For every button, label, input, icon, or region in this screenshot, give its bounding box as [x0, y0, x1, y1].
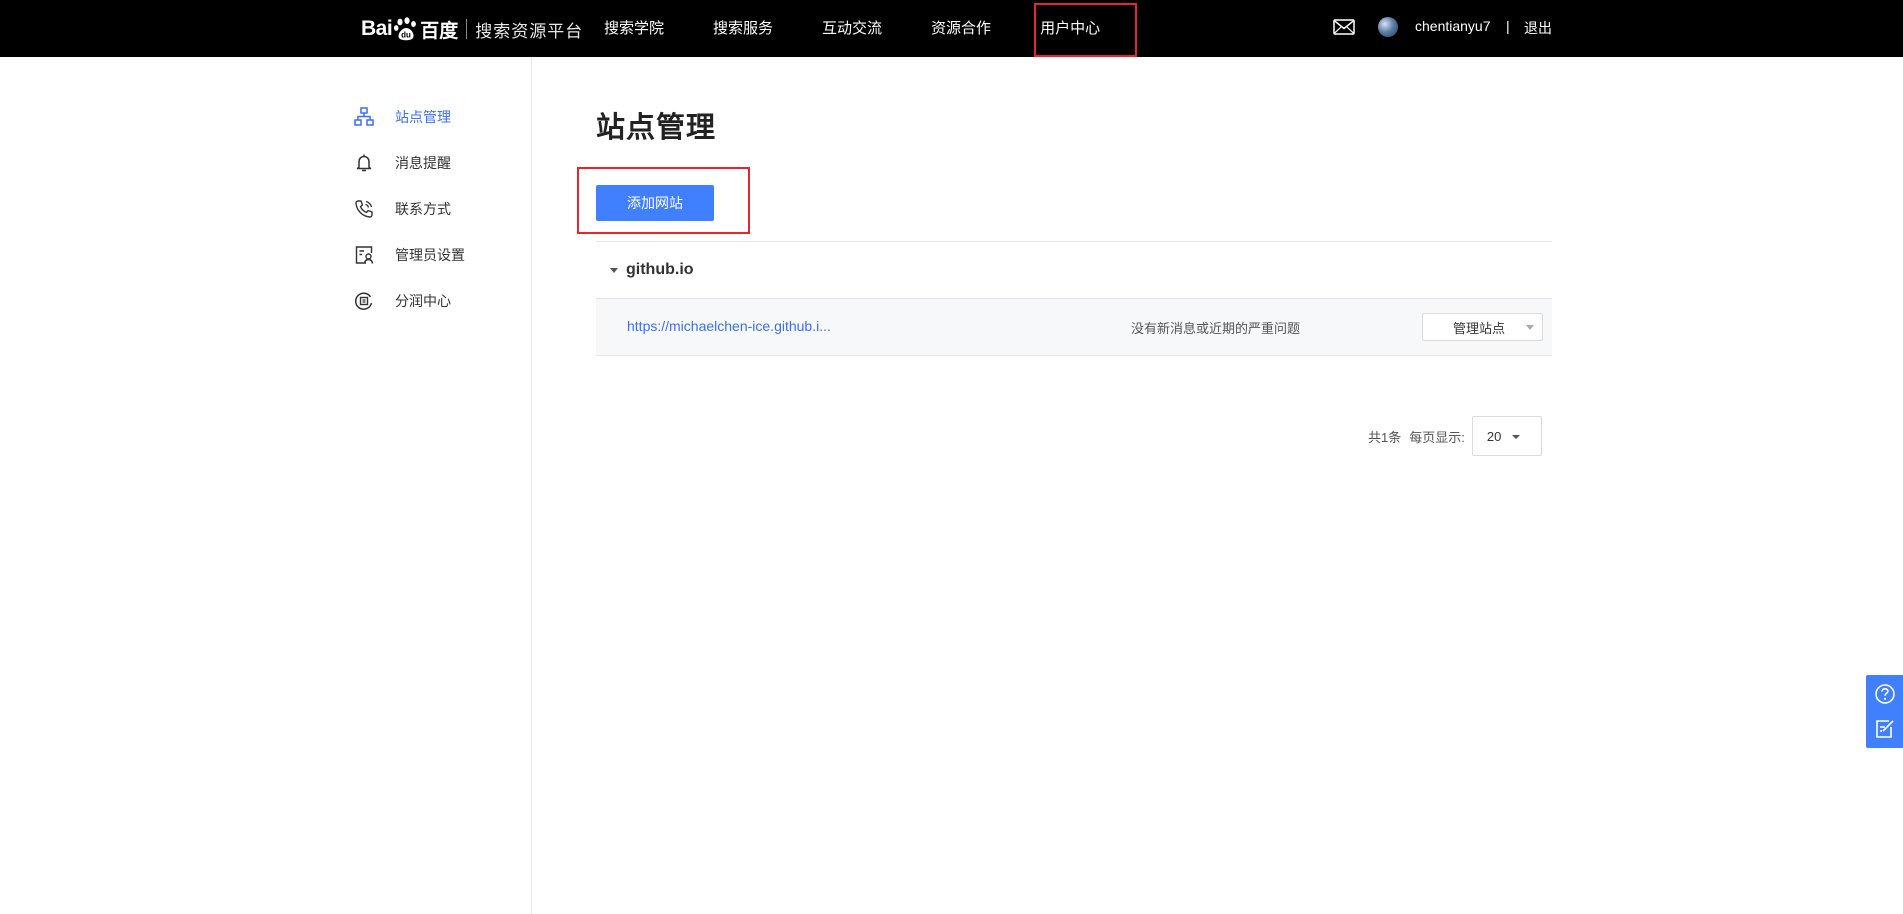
username[interactable]: chentianyu7 [1415, 18, 1491, 34]
avatar[interactable] [1378, 17, 1398, 37]
sidebar-item-label: 分润中心 [395, 293, 451, 309]
caret-down-icon [610, 267, 618, 273]
add-website-button[interactable]: 添加网站 [596, 185, 714, 221]
baidu-logo[interactable]: Bai du 百度 搜索资源平台 [361, 11, 583, 47]
help-icon[interactable] [1866, 676, 1903, 712]
logo-du-text: 百度 [420, 20, 459, 42]
paw-icon: du [393, 17, 419, 41]
header-separator: | [1506, 18, 1510, 34]
top-navigation-bar: Bai du 百度 搜索资源平台 搜索学院 搜索服务 互动交流 资源合作 用户中… [0, 0, 1903, 57]
nav-item-search-academy[interactable]: 搜索学院 [604, 0, 664, 57]
nav-item-resource-cooperation[interactable]: 资源合作 [931, 0, 991, 57]
sidebar: 站点管理 消息提醒 联系方式 管理员设置 分润中心 [0, 57, 532, 914]
manage-site-dropdown[interactable]: 管理站点 [1422, 313, 1543, 341]
nav-item-interaction[interactable]: 互动交流 [822, 0, 882, 57]
revenue-icon [353, 290, 375, 312]
main-nav: 搜索学院 搜索服务 互动交流 资源合作 用户中心 [604, 0, 1149, 57]
phone-icon [353, 198, 375, 220]
page-size-select[interactable]: 20 [1471, 416, 1542, 456]
logout-link[interactable]: 退出 [1524, 18, 1552, 38]
sidebar-item-revenue-center[interactable]: 分润中心 [353, 289, 451, 313]
logo-divider [466, 19, 468, 39]
pagination: 共1条 每页显示: 20 [1368, 416, 1542, 456]
per-page-label: 每页显示: [1409, 429, 1465, 445]
nav-item-user-center[interactable]: 用户中心 [1040, 0, 1100, 57]
logo-platform-text: 搜索资源平台 [475, 21, 584, 41]
sidebar-item-label: 联系方式 [395, 201, 451, 217]
sidebar-item-admin-settings[interactable]: 管理员设置 [353, 243, 465, 267]
logo-bai-text: Bai [361, 17, 393, 40]
table-row: https://michaelchen-ice.github.i... 没有新消… [596, 299, 1552, 356]
bell-icon [353, 152, 375, 174]
site-group-header[interactable]: github.io [596, 241, 1552, 299]
sidebar-item-label: 管理员设置 [395, 247, 465, 263]
svg-text:du: du [401, 31, 411, 40]
page-title: 站点管理 [596, 112, 717, 144]
mail-icon[interactable] [1333, 19, 1355, 35]
sidebar-item-label: 站点管理 [395, 109, 451, 125]
sitemap-icon [353, 106, 375, 128]
chevron-down-icon [1511, 435, 1520, 439]
sidebar-item-notifications[interactable]: 消息提醒 [353, 151, 451, 175]
nav-item-search-service[interactable]: 搜索服务 [713, 0, 773, 57]
chevron-down-icon [1526, 325, 1534, 330]
manage-site-label: 管理站点 [1453, 320, 1506, 336]
sidebar-item-contact[interactable]: 联系方式 [353, 197, 451, 221]
floating-toolbar [1866, 675, 1903, 748]
page-size-value: 20 [1486, 428, 1502, 444]
sidebar-item-label: 消息提醒 [395, 155, 451, 171]
feedback-edit-icon[interactable] [1866, 711, 1903, 747]
site-url-link[interactable]: https://michaelchen-ice.github.i... [627, 318, 831, 334]
site-group: github.io https://michaelchen-ice.github… [596, 241, 1552, 356]
site-status-text: 没有新消息或近期的严重问题 [1131, 321, 1301, 336]
sidebar-item-site-management[interactable]: 站点管理 [353, 105, 451, 129]
admin-user-icon [353, 244, 375, 266]
total-count: 共1条 [1368, 429, 1402, 445]
site-group-name: github.io [626, 261, 694, 278]
